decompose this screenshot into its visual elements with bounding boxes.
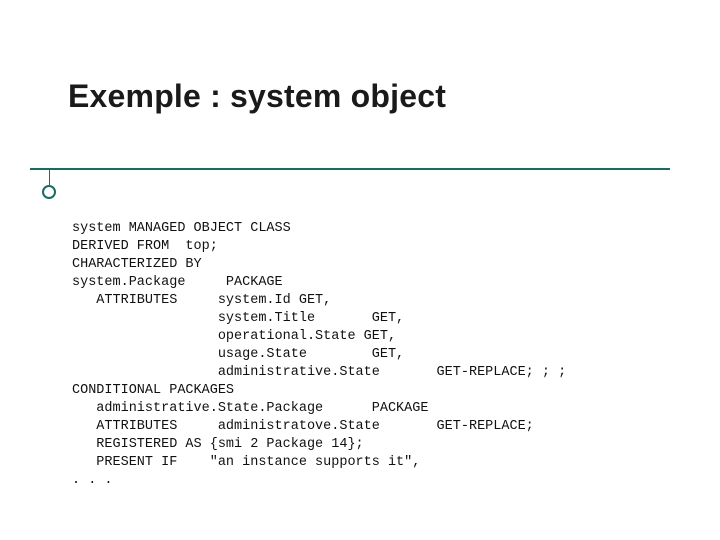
code-line: system.Title GET,	[72, 311, 404, 326]
code-line: system.Package PACKAGE	[72, 275, 283, 290]
code-line: DERIVED FROM top;	[72, 239, 218, 254]
slide-title: Exemple : system object	[68, 78, 446, 115]
code-line: usage.State GET,	[72, 347, 404, 362]
code-line: REGISTERED AS {smi 2 Package 14};	[72, 437, 364, 452]
bullet-connector	[49, 168, 50, 185]
code-line: PRESENT IF "an instance supports it",	[72, 455, 420, 470]
code-line: ATTRIBUTES system.Id GET,	[72, 293, 331, 308]
code-line: ATTRIBUTES administratove.State GET-REPL…	[72, 419, 534, 434]
code-line: administrative.State.Package PACKAGE	[72, 401, 428, 416]
code-line: . . .	[72, 473, 113, 488]
title-underline	[30, 168, 670, 170]
bullet-icon	[42, 185, 56, 199]
code-line: system MANAGED OBJECT CLASS	[72, 221, 291, 236]
code-line: operational.State GET,	[72, 329, 396, 344]
code-line: administrative.State GET-REPLACE; ; ;	[72, 365, 566, 380]
code-block: system MANAGED OBJECT CLASS DERIVED FROM…	[72, 220, 566, 490]
slide: Exemple : system object system MANAGED O…	[0, 0, 720, 540]
code-line: CONDITIONAL PACKAGES	[72, 383, 234, 398]
code-line: CHARACTERIZED BY	[72, 257, 202, 272]
